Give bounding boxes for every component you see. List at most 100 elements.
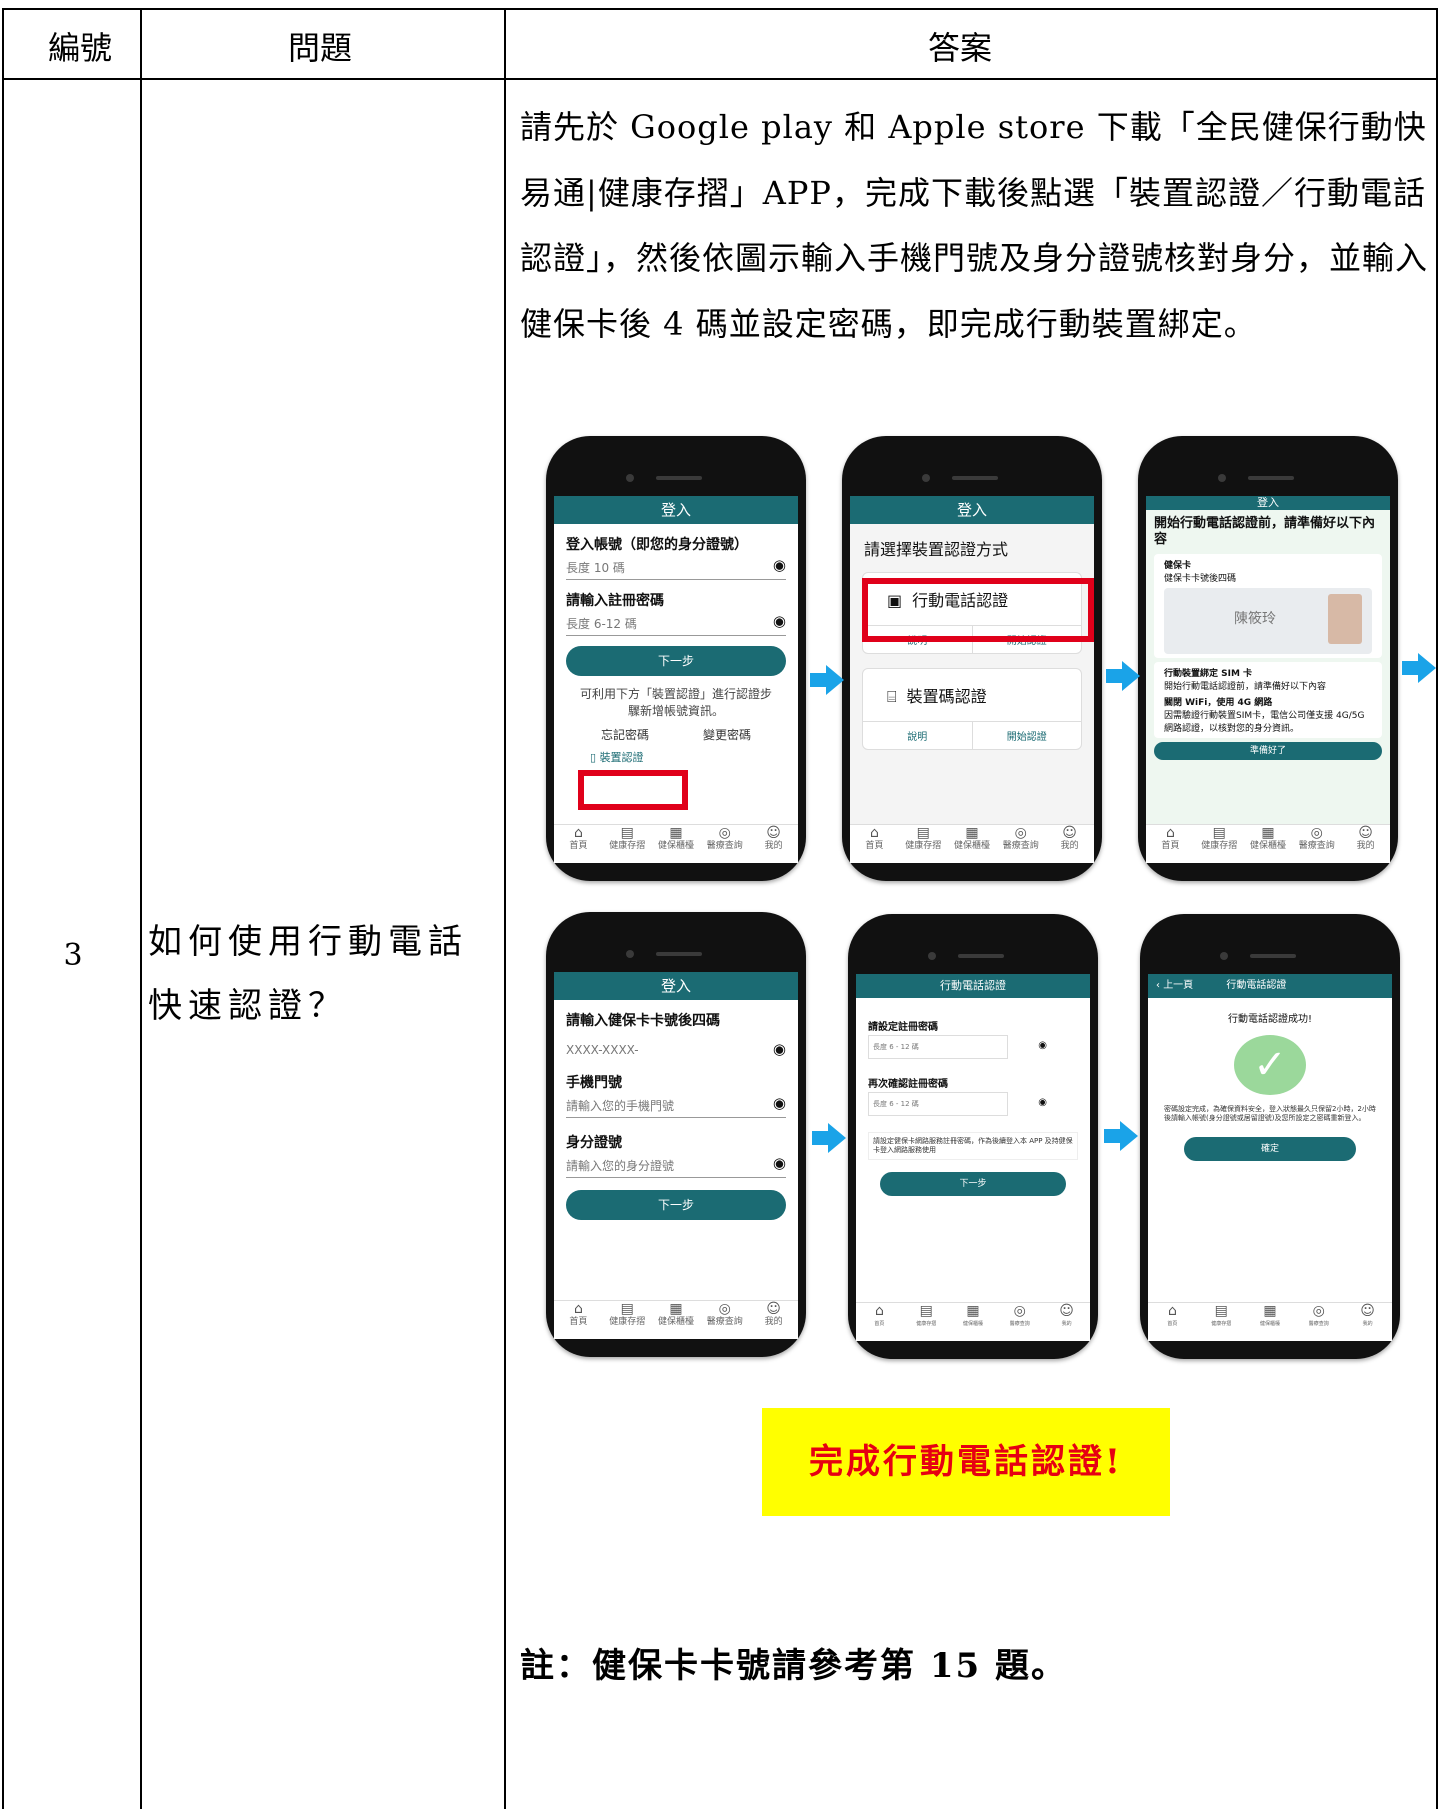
counter-icon: ▦ [669, 825, 683, 841]
phone-number-label: 手機門號 [566, 1075, 622, 1091]
prepare-title: 開始行動電話認證前，請準備好以下內容 [1154, 516, 1376, 547]
tab-label: 我的 [1362, 1321, 1373, 1327]
tab-mine[interactable]: ☺ 我的 [1043, 1304, 1090, 1341]
next-button[interactable]: 下一步 [566, 1190, 786, 1220]
set-password-input[interactable]: 長度 6 - 12 碼 ◉ [868, 1035, 1047, 1059]
arrow-head [828, 1123, 846, 1153]
phone-screenshot-success: ‹ 上一頁 行動電話認證 行動電話認證成功! ✓ 密碼設定完成，為確保資料安全，… [1140, 914, 1400, 1359]
tab-home[interactable]: ⌂ 首頁 [1146, 826, 1195, 863]
tab-medical[interactable]: ◎ 醫療查詢 [1294, 1303, 1343, 1341]
home-icon: ⌂ [573, 1301, 583, 1317]
device-auth-link[interactable]: ▯ 裝置認證 [590, 749, 798, 765]
completion-banner: 完成行動電話認證! [762, 1408, 1170, 1516]
account-input[interactable]: 長度 10 碼 ◉ [566, 556, 786, 580]
eye-icon[interactable]: ◉ [773, 1040, 786, 1058]
tab-label: 首頁 [1161, 841, 1180, 851]
eye-icon[interactable]: ◉ [1038, 1097, 1047, 1108]
screen-header: 登入 [1146, 496, 1390, 510]
device-code-option[interactable]: ⌸ 裝置碼認證 [863, 669, 1081, 721]
password-placeholder: 長度 6-12 碼 [566, 617, 637, 631]
tab-label: 我的 [764, 1317, 783, 1327]
auth-method-title: 請選擇裝置認證方式 [864, 540, 1009, 559]
phone-number-input[interactable]: 請輸入您的手機門號 ◉ [566, 1094, 786, 1118]
search-icon: ◎ [1013, 1303, 1026, 1319]
tab-home[interactable]: ⌂ 首頁 [1148, 1304, 1197, 1341]
phone-screen: 登入 請選擇裝置認證方式 ▣ 行動電話認證 說明 開始認證 ⌸ 裝置碼認證 說明 開… [850, 496, 1094, 863]
tab-counter[interactable]: ▦ 健保櫃檯 [652, 825, 701, 863]
tab-counter[interactable]: ▦ 健保櫃檯 [950, 1304, 997, 1341]
id-number-input[interactable]: 請輸入您的身分證號 ◉ [566, 1154, 786, 1178]
tab-medical[interactable]: ◎ 醫療查詢 [996, 825, 1045, 863]
book-icon: ▤ [620, 1301, 634, 1317]
tab-health-book[interactable]: ▤ 健康存摺 [1197, 1304, 1246, 1341]
next-button[interactable]: 下一步 [880, 1172, 1066, 1196]
tab-mine[interactable]: ☺ 我的 [749, 1302, 798, 1339]
tab-label: 健康存摺 [609, 841, 646, 851]
search-icon: ◎ [1014, 825, 1027, 841]
card-actions: 說明 開始認證 [863, 721, 1081, 749]
counter-icon: ▦ [669, 1301, 683, 1317]
arrow-head [1418, 653, 1436, 683]
tab-label: 健康存摺 [905, 841, 942, 851]
back-link[interactable]: 上一頁 [1163, 980, 1193, 991]
change-password-link[interactable]: 變更密碼 [703, 726, 751, 743]
confirm-password-input[interactable]: 長度 6 - 12 碼 ◉ [868, 1092, 1047, 1116]
bottom-tab-bar: ⌂ 首頁 ▤ 健康存摺 ▦ 健保櫃檯 ◎ 醫療查詢 ☺ 我的 [554, 824, 798, 863]
password-input[interactable]: 長度 6-12 碼 ◉ [566, 612, 786, 636]
tab-counter[interactable]: ▦ 健保櫃檯 [948, 826, 997, 863]
tab-medical[interactable]: ◎ 醫療查詢 [700, 826, 749, 863]
row-number: 3 [63, 938, 83, 973]
eye-icon[interactable]: ◉ [773, 556, 786, 574]
camera-dot [1220, 952, 1228, 960]
tab-home[interactable]: ⌂ 首頁 [850, 825, 899, 863]
ok-button[interactable]: 確定 [1184, 1137, 1356, 1161]
bottom-tab-bar: ⌂ 首頁 ▤ 健康存摺 ▦ 健保櫃檯 ◎ 醫療查詢 ☺ 我的 [856, 1302, 1090, 1341]
start-auth-button[interactable]: 開始認證 [973, 722, 1082, 749]
tab-home[interactable]: ⌂ 首頁 [554, 826, 603, 863]
home-icon: ⌂ [869, 825, 879, 841]
header-question: 問題 [287, 29, 352, 67]
account-label: 登入帳號（即您的身分證號） [566, 537, 748, 553]
book-icon: ▤ [1212, 825, 1226, 841]
tab-medical[interactable]: ◎ 醫療查詢 [700, 1302, 749, 1339]
eye-icon[interactable]: ◉ [773, 1154, 786, 1172]
card-number-label: 請輸入健保卡卡號後四碼 [566, 1013, 720, 1029]
forgot-password-link[interactable]: 忘記密碼 [601, 726, 649, 743]
eye-icon[interactable]: ◉ [773, 1094, 786, 1112]
device-code-card[interactable]: ⌸ 裝置碼認證 說明 開始認證 [862, 668, 1082, 750]
tab-counter[interactable]: ▦ 健保櫃檯 [1246, 1304, 1295, 1341]
arrow-head [826, 665, 844, 695]
arrow-shaft [1104, 1129, 1120, 1143]
card-number-input[interactable]: XXXX-XXXX- ◉ [566, 1040, 786, 1060]
tab-health-book[interactable]: ▤ 健康存摺 [1195, 825, 1244, 863]
tab-counter[interactable]: ▦ 健保櫃檯 [1244, 826, 1293, 863]
explain-button[interactable]: 說明 [863, 722, 973, 749]
tab-mine[interactable]: ☺ 我的 [1341, 826, 1390, 863]
search-icon: ◎ [1312, 1303, 1325, 1319]
column-divider-1 [140, 8, 142, 1809]
phone-screen: 登入 請輸入健保卡卡號後四碼 XXXX-XXXX- ◉ 手機門號 請輸入您的手機門… [554, 972, 798, 1339]
tab-mine[interactable]: ☺ 我的 [749, 826, 798, 863]
back-chevron-icon[interactable]: ‹ [1156, 980, 1160, 991]
tab-mine[interactable]: ☺ 我的 [1343, 1304, 1392, 1341]
tab-medical[interactable]: ◎ 醫療查詢 [996, 1303, 1043, 1341]
tab-mine[interactable]: ☺ 我的 [1045, 825, 1094, 863]
tab-health-book[interactable]: ▤ 健康存摺 [903, 1304, 950, 1341]
tab-home[interactable]: ⌂ 首頁 [554, 1301, 603, 1339]
tab-label: 我的 [1061, 1321, 1072, 1327]
tab-health-book[interactable]: ▤ 健康存摺 [603, 1301, 652, 1339]
tab-health-book[interactable]: ▤ 健康存摺 [603, 826, 652, 863]
ready-button[interactable]: 準備好了 [1154, 742, 1382, 760]
user-icon: ☺ [1062, 825, 1077, 841]
next-button[interactable]: 下一步 [566, 646, 786, 676]
tab-home[interactable]: ⌂ 首頁 [856, 1304, 903, 1341]
eye-icon[interactable]: ◉ [773, 612, 786, 630]
tab-medical[interactable]: ◎ 醫療查詢 [1292, 826, 1341, 863]
eye-icon[interactable]: ◉ [1038, 1040, 1047, 1051]
password-label: 請輸入註冊密碼 [566, 593, 664, 609]
tab-label: 醫療查詢 [706, 1317, 743, 1327]
camera-dot [626, 950, 634, 958]
tab-health-book[interactable]: ▤ 健康存摺 [899, 826, 948, 863]
tab-counter[interactable]: ▦ 健保櫃檯 [652, 1301, 701, 1339]
phone-screen: 行動電話認證 請設定註冊密碼 長度 6 - 12 碼 ◉ 再次確認註冊密碼 長度 … [856, 974, 1090, 1341]
